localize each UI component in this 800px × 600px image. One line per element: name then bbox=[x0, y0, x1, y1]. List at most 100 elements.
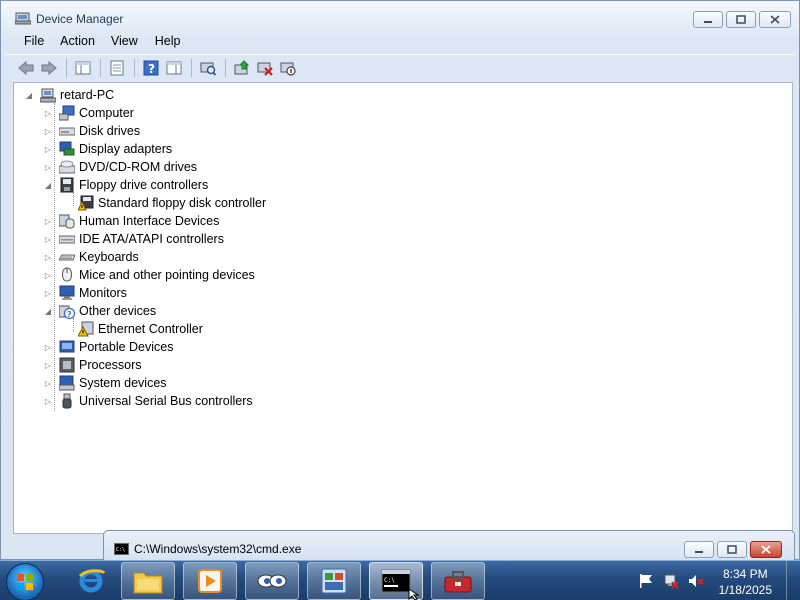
toolbox-icon bbox=[444, 571, 472, 593]
expand-arrow-icon[interactable]: ▷ bbox=[43, 378, 53, 388]
portable-device-icon bbox=[59, 339, 75, 355]
expand-arrow-icon[interactable]: ▷ bbox=[43, 270, 53, 280]
taskbar-internet-explorer[interactable] bbox=[64, 562, 118, 600]
back-button[interactable] bbox=[15, 57, 37, 79]
tree-node-usb-controllers[interactable]: ▷ Universal Serial Bus controllers bbox=[43, 392, 253, 410]
toolbar: ? bbox=[5, 54, 795, 80]
tree-node-ide-controllers[interactable]: ▷ IDE ATA/ATAPI controllers bbox=[43, 230, 224, 248]
expand-arrow-icon[interactable]: ▷ bbox=[43, 126, 53, 136]
taskbar-control-panel[interactable] bbox=[307, 562, 361, 600]
clock[interactable]: 8:34 PM 1/18/2025 bbox=[719, 566, 772, 598]
media-player-icon bbox=[198, 569, 222, 593]
taskbar-eyes-app[interactable] bbox=[245, 562, 299, 600]
node-label: Mice and other pointing devices bbox=[79, 268, 255, 282]
show-desktop-button[interactable] bbox=[786, 561, 800, 600]
cmd-window-title: C:\Windows\system32\cmd.exe bbox=[134, 542, 302, 556]
tree-node-ethernet-controller[interactable]: Ethernet Controller bbox=[78, 320, 203, 338]
show-hide-action-pane-button[interactable] bbox=[163, 57, 185, 79]
tree-node-keyboards[interactable]: ▷ Keyboards bbox=[43, 248, 139, 266]
maximize-icon bbox=[736, 15, 746, 24]
title-bar[interactable]: Device Manager bbox=[1, 1, 799, 31]
tree-node-floppy-controllers[interactable]: ◢ Floppy drive controllers bbox=[43, 176, 208, 194]
tree-root[interactable]: ◢ retard-PC bbox=[24, 86, 114, 104]
uninstall-icon bbox=[257, 62, 273, 76]
menu-help[interactable]: Help bbox=[155, 31, 190, 53]
tree-node-dvd-drives[interactable]: ▷ DVD/CD-ROM drives bbox=[43, 158, 197, 176]
expand-arrow-icon[interactable]: ▷ bbox=[43, 396, 53, 406]
tree-node-monitors[interactable]: ▷ Monitors bbox=[43, 284, 127, 302]
dvd-drive-icon bbox=[59, 159, 75, 175]
taskbar-toolbox[interactable] bbox=[431, 562, 485, 600]
cmd-close-button[interactable] bbox=[750, 541, 782, 558]
menu-file[interactable]: File bbox=[5, 31, 60, 53]
help-button[interactable]: ? bbox=[140, 57, 162, 79]
expand-arrow-icon[interactable]: ▷ bbox=[43, 342, 53, 352]
command-prompt-icon: C:\ bbox=[114, 543, 129, 558]
tree-guide-line bbox=[73, 192, 74, 206]
uninstall-button[interactable] bbox=[254, 57, 276, 79]
taskbar-windows-explorer[interactable] bbox=[121, 562, 175, 600]
collapse-arrow-icon[interactable]: ◢ bbox=[24, 90, 34, 100]
network-disconnected-icon[interactable] bbox=[663, 573, 679, 589]
show-hide-action-pane-icon bbox=[166, 61, 182, 74]
tree-node-human-interface-devices[interactable]: ▷ Human Interface Devices bbox=[43, 212, 219, 230]
tree-node-system-devices[interactable]: ▷ System devices bbox=[43, 374, 167, 392]
properties-button[interactable] bbox=[106, 57, 128, 79]
toolbar-separator bbox=[191, 58, 192, 77]
expand-arrow-icon[interactable]: ▷ bbox=[43, 216, 53, 226]
taskbar-media-player[interactable] bbox=[183, 562, 237, 600]
mouse-cursor-icon bbox=[408, 588, 420, 600]
volume-muted-icon[interactable] bbox=[688, 573, 704, 589]
other-devices-icon: ? bbox=[59, 303, 75, 319]
forward-button[interactable] bbox=[38, 57, 60, 79]
show-hide-console-tree-button[interactable] bbox=[72, 57, 94, 79]
cmd-minimize-button[interactable] bbox=[684, 541, 714, 558]
collapse-arrow-icon[interactable]: ◢ bbox=[43, 306, 53, 316]
menu-view[interactable]: View bbox=[111, 31, 155, 53]
node-label: Other devices bbox=[79, 304, 157, 318]
device-manager-icon bbox=[14, 11, 32, 28]
device-tree-pane[interactable]: ◢ retard-PC ▷ Computer ▷ Disk drives ▷ D… bbox=[13, 82, 793, 534]
menu-action[interactable]: Action bbox=[60, 31, 111, 53]
maximize-button[interactable] bbox=[726, 11, 756, 28]
tree-node-display-adapters[interactable]: ▷ Display adapters bbox=[43, 140, 172, 158]
tree-node-computer[interactable]: ▷ Computer bbox=[43, 104, 134, 122]
command-prompt-icon: C:\ bbox=[381, 569, 411, 593]
minimize-icon bbox=[704, 20, 712, 23]
tree-node-other-devices[interactable]: ◢ ? Other devices bbox=[43, 302, 156, 320]
windows-explorer-icon bbox=[133, 572, 163, 594]
update-driver-icon bbox=[234, 59, 250, 74]
tree-node-disk-drives[interactable]: ▷ Disk drives bbox=[43, 122, 140, 140]
node-label: Keyboards bbox=[79, 250, 139, 264]
expand-arrow-icon[interactable]: ▷ bbox=[43, 360, 53, 370]
tree-node-mice[interactable]: ▷ Mice and other pointing devices bbox=[43, 266, 255, 284]
start-button[interactable] bbox=[6, 563, 44, 600]
collapse-arrow-icon[interactable]: ◢ bbox=[43, 180, 53, 190]
expand-arrow-icon[interactable]: ▷ bbox=[43, 252, 53, 262]
tree-guide-line bbox=[73, 318, 74, 332]
cmd-maximize-button[interactable] bbox=[717, 541, 747, 558]
node-label: Ethernet Controller bbox=[98, 322, 203, 336]
expand-arrow-icon[interactable]: ▷ bbox=[43, 162, 53, 172]
minimize-button[interactable] bbox=[693, 11, 723, 28]
update-driver-button[interactable] bbox=[231, 57, 253, 79]
action-center-flag-icon[interactable] bbox=[638, 573, 654, 589]
node-label: IDE ATA/ATAPI controllers bbox=[79, 232, 224, 246]
system-device-icon bbox=[59, 375, 75, 391]
close-button[interactable] bbox=[759, 11, 791, 28]
tree-node-standard-floppy-controller[interactable]: Standard floppy disk controller bbox=[78, 194, 266, 212]
expand-arrow-icon[interactable]: ▷ bbox=[43, 234, 53, 244]
tree-node-processors[interactable]: ▷ Processors bbox=[43, 356, 142, 374]
node-label: Standard floppy disk controller bbox=[98, 196, 267, 210]
expand-arrow-icon[interactable]: ▷ bbox=[43, 144, 53, 154]
close-icon bbox=[770, 15, 780, 24]
expand-arrow-icon[interactable]: ▷ bbox=[43, 288, 53, 298]
processor-icon bbox=[59, 357, 75, 373]
expand-arrow-icon[interactable]: ▷ bbox=[43, 108, 53, 118]
mouse-icon bbox=[59, 267, 75, 283]
eyes-app-icon bbox=[257, 574, 287, 588]
scan-hardware-button[interactable] bbox=[197, 57, 219, 79]
tree-node-portable-devices[interactable]: ▷ Portable Devices bbox=[43, 338, 174, 356]
disk-drive-icon bbox=[59, 123, 75, 139]
disable-device-button[interactable] bbox=[277, 57, 299, 79]
